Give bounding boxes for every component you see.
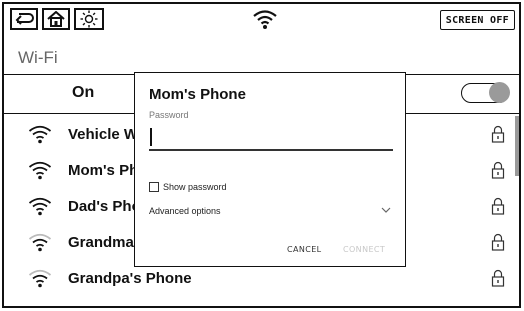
show-password-label: Show password <box>163 182 227 192</box>
wifi-toggle[interactable] <box>461 82 510 103</box>
wifi-password-dialog: Mom's Phone Password Show password Advan… <box>134 72 406 267</box>
wifi-signal-icon <box>28 269 52 288</box>
lock-icon <box>491 125 505 143</box>
screen-off-button[interactable]: SCREEN OFF <box>439 10 515 30</box>
back-button[interactable] <box>10 8 38 30</box>
chevron-down-icon[interactable] <box>381 206 391 214</box>
lock-icon <box>491 233 505 251</box>
text-cursor <box>150 128 152 146</box>
password-label: Password <box>149 110 189 120</box>
device-screen: SCREEN OFF Wi-Fi On Vehicle Wi-Fi Mom's … <box>2 2 521 308</box>
wifi-signal-icon <box>28 233 52 252</box>
network-name: Grandpa's Phone <box>68 270 192 287</box>
brightness-button[interactable] <box>74 8 104 30</box>
lock-icon <box>491 197 505 215</box>
advanced-options[interactable]: Advanced options <box>149 206 221 216</box>
toggle-knob <box>489 82 510 103</box>
brightness-icon <box>80 10 98 28</box>
password-input[interactable] <box>149 125 393 151</box>
wifi-signal-icon <box>28 125 52 144</box>
dialog-title: Mom's Phone <box>149 86 246 103</box>
wifi-icon <box>253 10 277 29</box>
wifi-toggle-label: On <box>72 84 95 101</box>
show-password-row[interactable]: Show password <box>149 180 227 194</box>
connect-button[interactable]: CONNECT <box>343 245 385 254</box>
show-password-checkbox[interactable] <box>149 182 159 192</box>
wifi-signal-icon <box>28 161 52 180</box>
scrollbar-thumb[interactable] <box>515 116 519 176</box>
lock-icon <box>491 269 505 287</box>
wifi-signal-icon <box>28 197 52 216</box>
scrollbar[interactable] <box>514 116 519 306</box>
home-button[interactable] <box>42 8 70 30</box>
home-icon <box>47 11 65 27</box>
page-title: Wi-Fi <box>18 48 58 67</box>
back-arrow-icon <box>15 13 34 25</box>
status-bar: SCREEN OFF <box>4 4 519 40</box>
lock-icon <box>491 161 505 179</box>
cancel-button[interactable]: CANCEL <box>287 245 322 254</box>
